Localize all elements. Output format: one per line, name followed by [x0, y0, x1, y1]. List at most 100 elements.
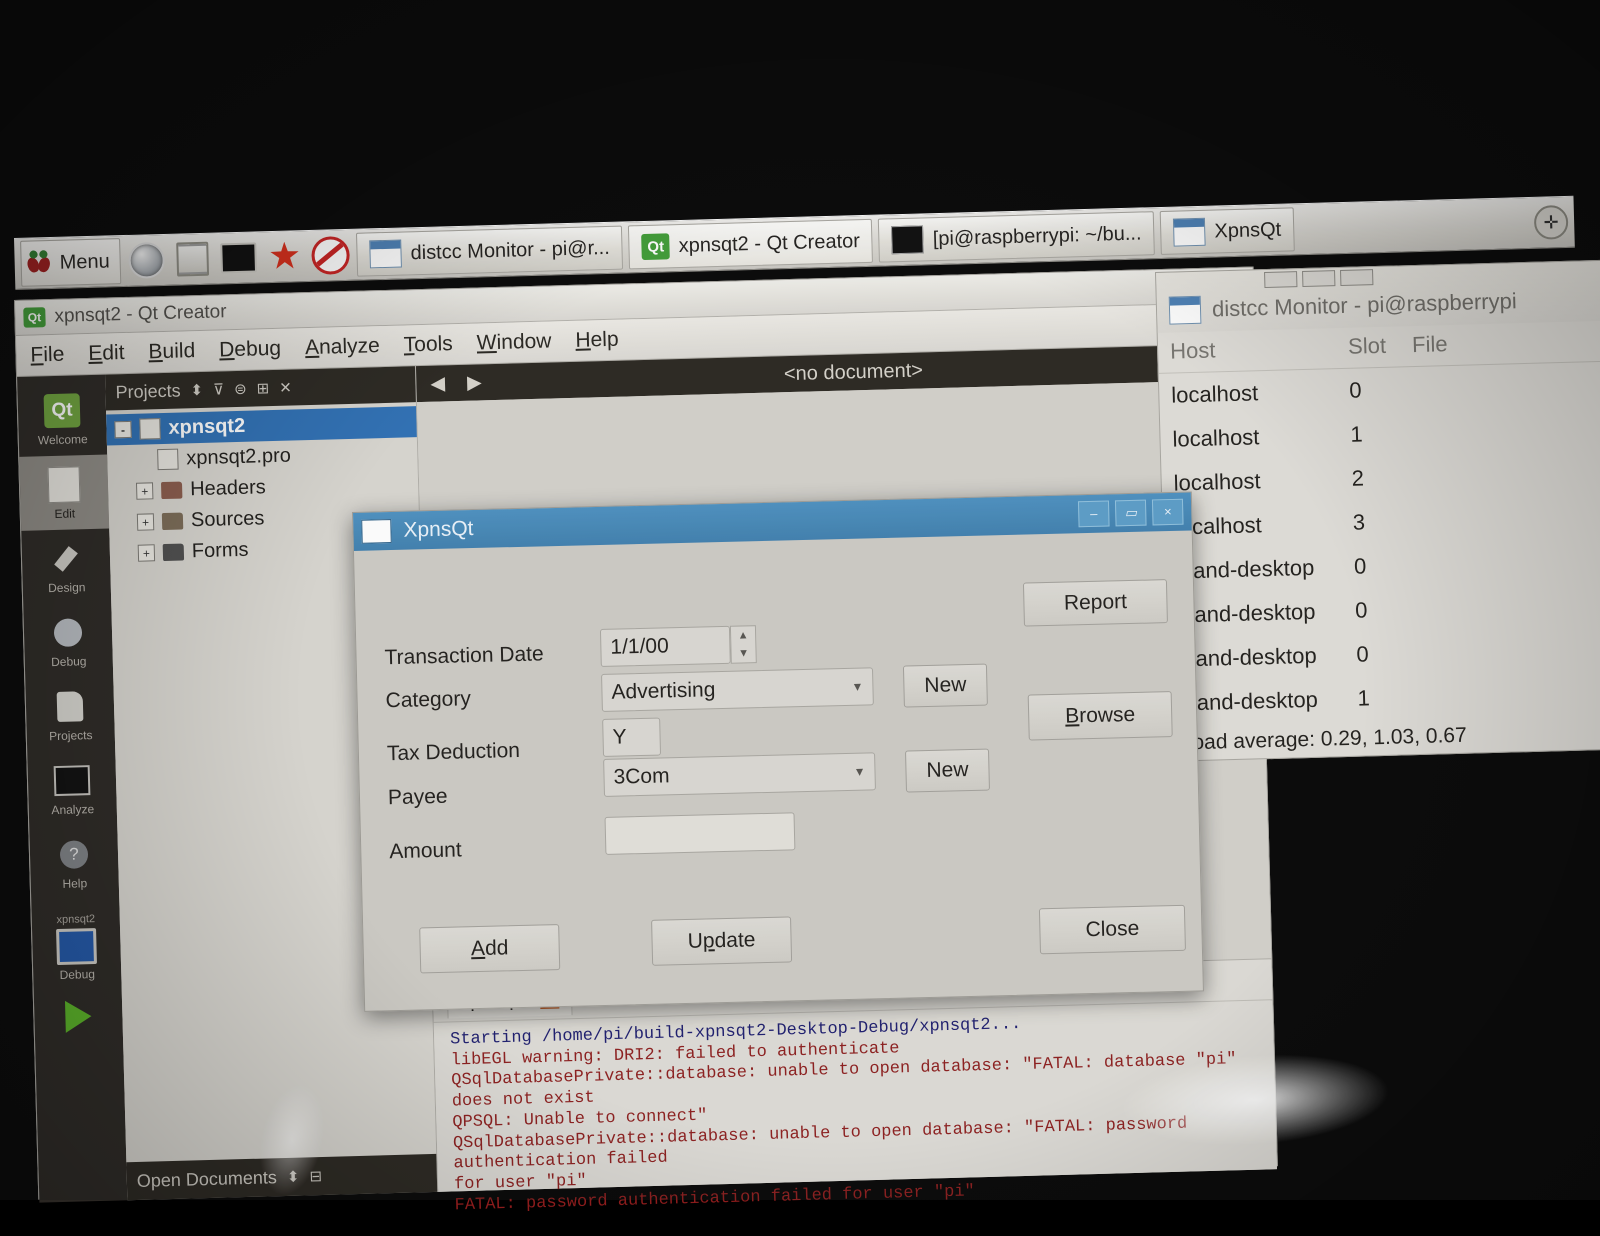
stepper-down-icon[interactable]: ▼	[738, 647, 749, 659]
desktop-scene: Menu distcc Monitor - pi@r... Qt xpnsqt2…	[0, 0, 1600, 1215]
category-combobox[interactable]: Advertising ▼	[601, 667, 874, 712]
new-payee-button[interactable]: New	[904, 748, 990, 793]
expand-expander-icon[interactable]: +	[135, 482, 154, 500]
updown-selector-icon[interactable]: ⬍	[190, 381, 203, 399]
amount-input[interactable]	[604, 812, 796, 855]
mode-help[interactable]: ? Help	[29, 824, 119, 900]
split-icon[interactable]: ⊟	[309, 1167, 322, 1185]
tree-item-label: Forms	[191, 538, 249, 563]
new-category-button[interactable]: New	[902, 663, 988, 708]
kit-project-label: xpnsqt2	[56, 913, 96, 927]
distcc-window-buttons	[1264, 269, 1374, 289]
kit-config-label: Debug	[59, 967, 96, 983]
transaction-date-input[interactable]: 1/1/00	[599, 625, 731, 667]
cell-host: bland-desktop	[1179, 686, 1319, 716]
transaction-date-stepper[interactable]: ▲ ▼	[729, 625, 757, 664]
taskbar-button-distcc[interactable]: distcc Monitor - pi@r...	[356, 225, 624, 277]
dialog-body: Report Browse Transaction Date 1/1/00 ▲ …	[354, 530, 1203, 1010]
menu-help[interactable]: Help	[575, 328, 619, 353]
mode-projects[interactable]: Projects	[25, 676, 115, 752]
taskbar-button-terminal[interactable]: [pi@raspberrypi: ~/bu...	[878, 211, 1156, 263]
mode-edit[interactable]: Edit	[19, 454, 110, 531]
menu-tools[interactable]: Tools	[403, 332, 453, 357]
column-header-host[interactable]: Host	[1170, 334, 1349, 365]
sync-icon[interactable]: ⊜	[234, 380, 247, 398]
qt-creator-title: xpnsqt2 - Qt Creator	[54, 301, 227, 327]
menu-file[interactable]: File	[30, 343, 64, 368]
tax-deduction-input[interactable]: Y	[602, 717, 662, 757]
filter-icon[interactable]: ⊽	[213, 380, 224, 398]
report-button[interactable]: Report	[1022, 579, 1168, 627]
run-button[interactable]	[58, 997, 99, 1036]
launcher-globe-icon[interactable]	[126, 240, 167, 281]
mode-label: Projects	[48, 727, 93, 743]
tree-item-label: xpnsqt2	[168, 414, 246, 439]
update-button[interactable]: Up date	[651, 916, 793, 966]
open-documents-title: Open Documents	[136, 1166, 278, 1191]
close-icon[interactable]: ✕	[279, 379, 292, 397]
bluetooth-icon[interactable]: ✛	[1533, 204, 1569, 240]
browse-button[interactable]: Browse	[1027, 691, 1173, 741]
add-button[interactable]: Add	[419, 924, 561, 974]
cell-slot: 0	[1348, 377, 1362, 403]
maximize-button[interactable]: ▭	[1114, 499, 1147, 527]
menu-edit[interactable]: Edit	[88, 341, 125, 366]
column-header-file[interactable]: File	[1412, 331, 1448, 358]
collapse-expander-icon[interactable]: -	[114, 420, 132, 439]
expand-expander-icon[interactable]: +	[136, 513, 155, 531]
open-documents-header[interactable]: Open Documents ⬍ ⊟	[126, 1153, 438, 1201]
cell-slot: 0	[1354, 597, 1368, 623]
cell-host: localhost	[1170, 380, 1259, 408]
updown-selector-icon[interactable]: ⬍	[287, 1168, 300, 1186]
tree-item-label: Headers	[189, 476, 267, 501]
menu-window[interactable]: Window	[476, 329, 551, 355]
start-menu-label: Menu	[59, 249, 110, 274]
launcher-ban-icon[interactable]	[310, 235, 351, 276]
close-button[interactable]	[1340, 269, 1374, 286]
chevron-down-icon[interactable]: ▼	[851, 680, 863, 694]
taskbar-button-qtcreator[interactable]: Qt xpnsqt2 - Qt Creator	[628, 218, 874, 270]
menu-analyze[interactable]: Analyze	[305, 334, 380, 360]
taskbar-button-xpnsqt[interactable]: XpnsQt	[1159, 207, 1295, 255]
kit-selector[interactable]: xpnsqt2 Debug	[56, 913, 98, 982]
mode-analyze[interactable]: Analyze	[27, 750, 117, 826]
cell-slot: 0	[1356, 641, 1369, 667]
back-icon[interactable]: ◀	[430, 372, 445, 395]
payee-combobox[interactable]: 3Com ▼	[603, 752, 876, 797]
launcher-terminal-icon[interactable]	[218, 237, 259, 278]
cell-slot: 1	[1350, 421, 1364, 447]
minimize-button[interactable]	[1264, 271, 1298, 289]
cell-host: localhost	[1172, 424, 1260, 452]
column-header-slot[interactable]: Slot	[1348, 332, 1413, 360]
pro-file-icon	[157, 448, 179, 471]
mode-debug[interactable]: Debug	[23, 602, 113, 678]
help-icon: ?	[54, 835, 95, 874]
expand-expander-icon[interactable]: +	[137, 544, 156, 562]
maximize-button[interactable]	[1302, 270, 1336, 288]
close-button[interactable]: Close	[1038, 904, 1186, 955]
cell-slot: 0	[1353, 553, 1367, 579]
mode-welcome[interactable]: Qt Welcome	[17, 381, 107, 457]
menu-debug[interactable]: Debug	[219, 337, 282, 363]
terminal-icon	[891, 225, 925, 255]
launcher-star-icon[interactable]	[264, 236, 305, 277]
start-menu-button[interactable]: Menu	[20, 238, 122, 287]
forward-icon[interactable]: ▶	[467, 371, 482, 394]
menu-build[interactable]: Build	[148, 339, 195, 364]
chevron-down-icon[interactable]: ▼	[853, 765, 865, 779]
qt-logo-icon: Qt	[41, 391, 82, 430]
minimize-button[interactable]: –	[1077, 500, 1110, 528]
payee-label: Payee	[387, 784, 448, 810]
mode-label: Welcome	[37, 431, 88, 447]
close-button[interactable]: ×	[1151, 498, 1184, 526]
distcc-monitor-window: distcc Monitor - pi@raspberrypi Host Slo…	[1155, 259, 1600, 762]
stepper-up-icon[interactable]: ▲	[738, 629, 749, 641]
taskbar-button-label: XpnsQt	[1214, 218, 1282, 243]
amount-label: Amount	[389, 838, 462, 864]
window-icon	[1168, 295, 1202, 325]
mode-design[interactable]: Design	[21, 529, 111, 605]
dialog-title: XpnsQt	[403, 517, 474, 542]
mode-label: Analyze	[51, 801, 95, 817]
split-icon[interactable]: ⊞	[256, 379, 269, 397]
launcher-files-icon[interactable]	[172, 239, 213, 280]
